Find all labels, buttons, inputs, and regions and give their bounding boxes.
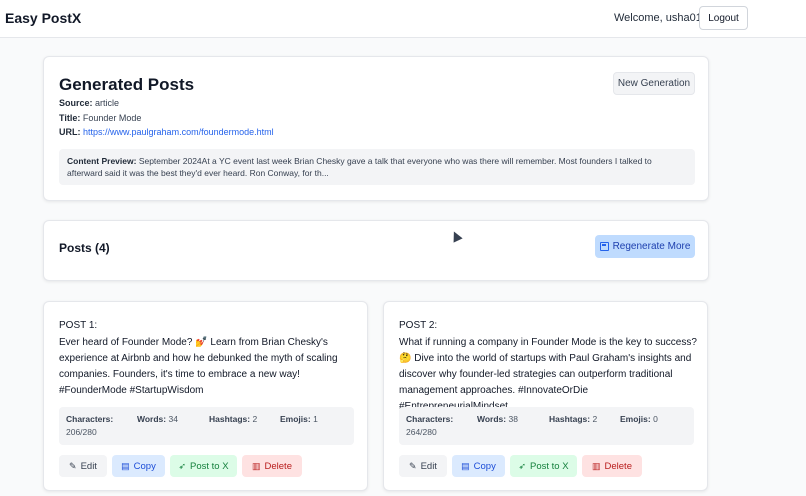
- words-label: Words:: [477, 414, 507, 424]
- title-row: Title: Founder Mode: [59, 113, 141, 123]
- delete-button[interactable]: ▥ Delete: [242, 455, 302, 477]
- post-to-x-button[interactable]: ➶ Post to X: [510, 455, 577, 477]
- title-label: Title:: [59, 113, 81, 123]
- copy-label: Copy: [133, 460, 156, 472]
- post-label: POST 2:: [399, 320, 438, 331]
- send-icon: ➶: [518, 460, 526, 471]
- characters-label-text: Characters:: [406, 414, 454, 424]
- characters-label: Characters:: [406, 414, 453, 424]
- characters-value: 206/280: [66, 427, 97, 437]
- emojis-value: 1: [313, 414, 318, 424]
- post-stats: Characters: Words: 34 Hashtags: 2 Emojis…: [59, 407, 354, 445]
- logout-button[interactable]: Logout: [699, 6, 748, 30]
- post-to-x-button[interactable]: ➶ Post to X: [170, 455, 237, 477]
- emojis-label: Emojis:: [280, 414, 311, 424]
- top-navbar: Easy PostX Welcome, usha01 Logout: [0, 0, 806, 38]
- post-label-text: Post to X: [529, 460, 569, 472]
- copy-button[interactable]: ▤ Copy: [112, 455, 165, 477]
- post-label: POST 1:: [59, 320, 98, 331]
- title-value: Founder Mode: [82, 113, 142, 123]
- preview-text: September 2024At a YC event last week Br…: [67, 156, 652, 178]
- edit-button[interactable]: ✎ Edit: [399, 455, 447, 477]
- page-title: Generated Posts: [59, 75, 195, 94]
- content-preview: Content Preview: September 2024At a YC e…: [59, 149, 695, 185]
- hashtags-stat: Hashtags: 2: [549, 414, 597, 424]
- posts-count-title: Posts (4): [59, 241, 110, 255]
- copy-label: Copy: [473, 460, 496, 472]
- generated-posts-card: Generated Posts New Generation Source: a…: [43, 56, 709, 201]
- source-url-link[interactable]: https://www.paulgraham.com/foundermode.h…: [83, 127, 274, 137]
- posts-header-card: Posts (4) Regenerate More: [43, 220, 709, 281]
- post-card: POST 2: What if running a company in Fou…: [383, 301, 708, 491]
- pencil-icon: ✎: [69, 460, 77, 471]
- source-value: article: [95, 98, 120, 108]
- pencil-icon: ✎: [409, 460, 417, 471]
- send-icon: ➶: [178, 460, 186, 471]
- emojis-label: Emojis:: [620, 414, 651, 424]
- characters-label: Characters:: [66, 414, 113, 424]
- welcome-text: Welcome, usha01: [614, 12, 702, 24]
- edit-label: Edit: [80, 460, 97, 472]
- source-label: Source:: [59, 98, 93, 108]
- new-generation-button[interactable]: New Generation: [613, 72, 695, 95]
- hashtags-value: 2: [592, 414, 598, 424]
- post-card: POST 1: Ever heard of Founder Mode? 💅 Le…: [43, 301, 368, 491]
- words-label: Words:: [137, 414, 167, 424]
- edit-label: Edit: [420, 460, 437, 472]
- url-row: URL: https://www.paulgraham.com/founderm…: [59, 127, 274, 137]
- clipboard-icon: ▤: [121, 460, 130, 471]
- words-stat: Words: 38: [477, 414, 518, 424]
- save-icon: [599, 242, 609, 251]
- app-brand[interactable]: Easy PostX: [5, 10, 81, 26]
- hashtags-label: Hashtags:: [209, 414, 251, 424]
- regenerate-label: Regenerate More: [612, 241, 691, 252]
- hashtags-stat: Hashtags: 2: [209, 414, 257, 424]
- hashtags-value: 2: [252, 414, 258, 424]
- copy-button[interactable]: ▤ Copy: [452, 455, 505, 477]
- words-value: 34: [168, 414, 178, 424]
- post-text: What if running a company in Founder Mod…: [399, 337, 697, 412]
- words-stat: Words: 34: [137, 414, 178, 424]
- characters-value: 264/280: [406, 427, 437, 437]
- delete-button[interactable]: ▥ Delete: [582, 455, 642, 477]
- emojis-stat: Emojis: 1: [280, 414, 318, 424]
- post-label-text: Post to X: [189, 460, 229, 472]
- emojis-value: 0: [653, 414, 658, 424]
- hashtags-label: Hashtags:: [549, 414, 591, 424]
- emojis-stat: Emojis: 0: [620, 414, 658, 424]
- url-label: URL:: [59, 127, 81, 137]
- post-stats: Characters: Words: 38 Hashtags: 2 Emojis…: [399, 407, 694, 445]
- trash-icon: ▥: [252, 460, 261, 471]
- trash-icon: ▥: [592, 460, 601, 471]
- regenerate-more-button[interactable]: Regenerate More: [595, 235, 695, 258]
- delete-label: Delete: [264, 460, 292, 472]
- edit-button[interactable]: ✎ Edit: [59, 455, 107, 477]
- post-text: Ever heard of Founder Mode? 💅 Learn from…: [59, 337, 338, 396]
- clipboard-icon: ▤: [461, 460, 470, 471]
- words-value: 38: [508, 414, 518, 424]
- preview-label: Content Preview:: [67, 156, 137, 166]
- characters-label-text: Characters:: [66, 414, 114, 424]
- source-row: Source: article: [59, 98, 119, 108]
- delete-label: Delete: [604, 460, 632, 472]
